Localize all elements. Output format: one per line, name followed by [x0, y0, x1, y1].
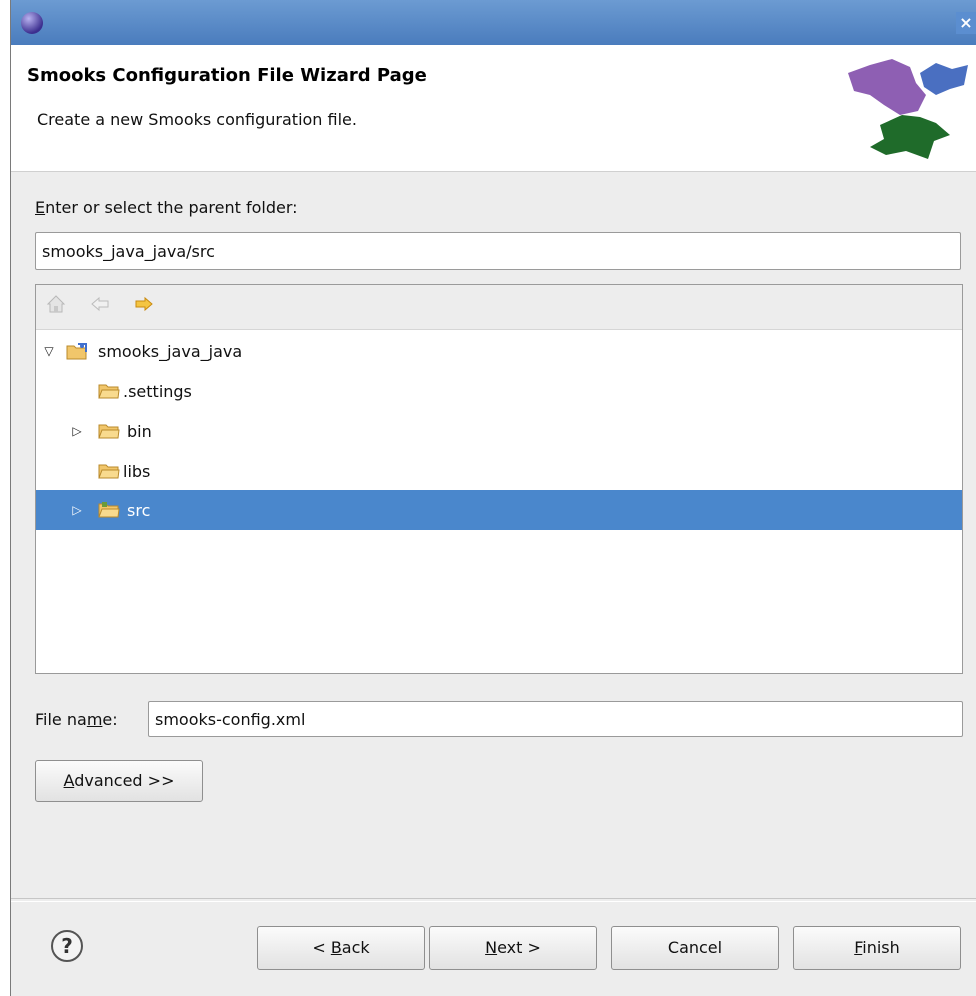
tree-item-label: libs	[123, 461, 151, 481]
finish-button[interactable]: Finish	[793, 926, 961, 970]
tree-item-settings[interactable]: .settings	[36, 371, 962, 411]
tree-toolbar	[36, 285, 962, 330]
folder-tree[interactable]: ▽ smooks_java_java .settings ▷ bin libs …	[35, 284, 963, 674]
java-project-icon	[66, 343, 87, 360]
cancel-button[interactable]: Cancel	[611, 926, 779, 970]
tree-item-label: smooks_java_java	[98, 341, 243, 361]
parent-folder-label: Enter or select the parent folder:	[35, 198, 298, 217]
tree-item-bin[interactable]: ▷ bin	[36, 411, 962, 451]
next-mnemonic: N	[485, 938, 498, 957]
parent-folder-input[interactable]	[35, 232, 961, 270]
tree-item-project[interactable]: ▽ smooks_java_java	[36, 331, 962, 371]
help-icon[interactable]: ?	[51, 930, 83, 962]
close-button[interactable]: ×	[956, 12, 976, 34]
advanced-mnemonic: A	[63, 771, 75, 790]
page-title: Smooks Configuration File Wizard Page	[27, 65, 427, 86]
back-arrow-icon[interactable]	[88, 293, 112, 319]
parent-folder-label-text: nter or select the parent folder:	[45, 198, 298, 217]
page-description: Create a new Smooks configuration file.	[37, 110, 357, 129]
title-bar[interactable]: ×	[11, 0, 976, 45]
home-icon[interactable]	[44, 293, 68, 319]
smooks-logo-icon	[848, 59, 968, 159]
parent-folder-mnemonic: E	[35, 198, 46, 217]
back-button[interactable]: < Back	[257, 926, 425, 970]
forward-arrow-icon[interactable]	[132, 293, 156, 319]
file-name-label-start: File na	[35, 710, 87, 729]
file-name-label: File name:	[35, 710, 118, 729]
tree-item-src[interactable]: ▷ src	[36, 490, 962, 530]
folder-icon	[98, 424, 120, 439]
advanced-label: dvanced >>	[74, 771, 175, 790]
source-folder-icon	[98, 502, 120, 518]
next-label: ext >	[497, 938, 541, 957]
folder-icon	[98, 384, 120, 399]
file-name-input[interactable]	[148, 701, 963, 737]
tree-item-label: bin	[127, 421, 152, 441]
finish-label: inish	[862, 938, 900, 957]
back-label: ack	[341, 938, 370, 957]
expand-triangle-icon[interactable]: ▷	[70, 503, 84, 517]
wizard-dialog: × Smooks Configuration File Wizard Page …	[10, 0, 976, 996]
wizard-header: Smooks Configuration File Wizard Page Cr…	[11, 45, 976, 172]
tree-item-label: src	[127, 500, 151, 520]
tree-item-libs[interactable]: libs	[36, 451, 962, 491]
back-mnemonic: B	[330, 938, 342, 957]
footer-separator	[11, 898, 976, 902]
back-prefix: <	[312, 938, 331, 957]
eclipse-icon	[21, 12, 43, 34]
next-button[interactable]: Next >	[429, 926, 597, 970]
expand-triangle-icon[interactable]: ▷	[70, 424, 84, 438]
folder-icon	[98, 464, 120, 479]
tree-item-label: .settings	[123, 381, 192, 401]
collapse-triangle-icon[interactable]: ▽	[42, 344, 56, 358]
file-name-label-end: e:	[102, 710, 118, 729]
advanced-button[interactable]: Advanced >>	[35, 760, 203, 802]
file-name-mnemonic: m	[86, 710, 103, 729]
